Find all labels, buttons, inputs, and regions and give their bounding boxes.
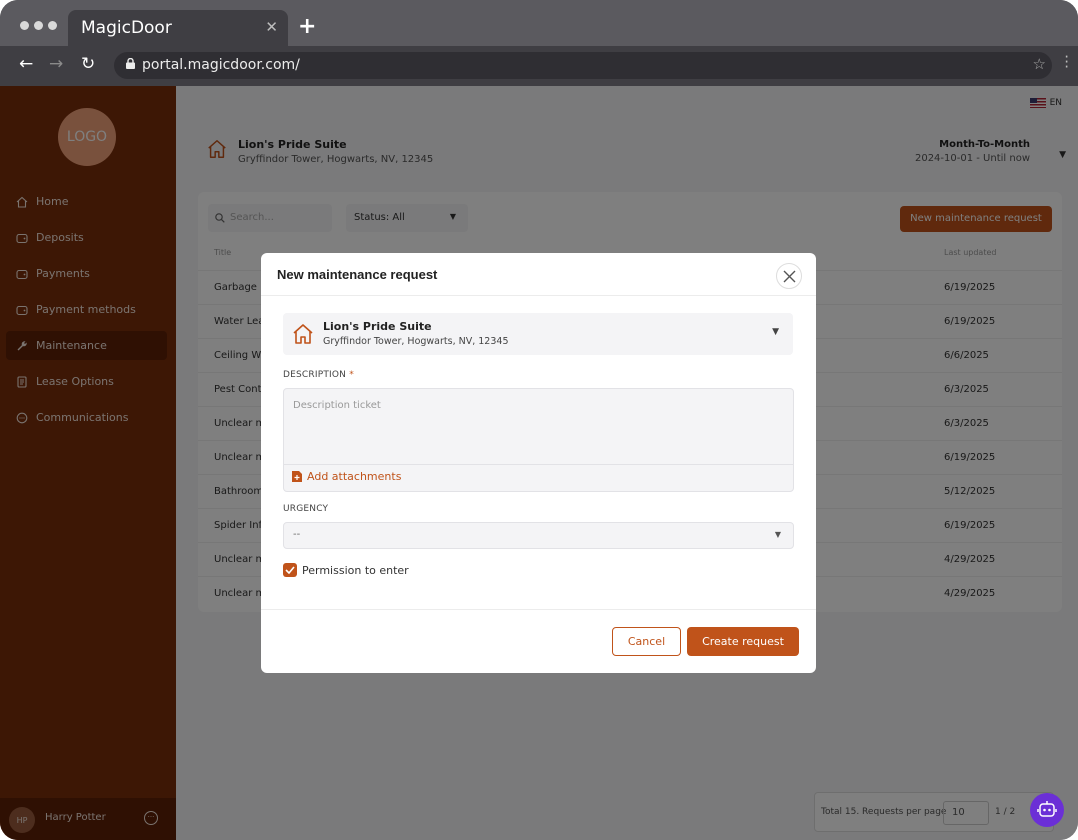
- robot-icon: [1037, 801, 1057, 817]
- dialog-divider: [261, 295, 816, 296]
- browser-menu-icon[interactable]: · · ·: [1064, 50, 1069, 75]
- window-controls[interactable]: [20, 21, 57, 30]
- reload-icon[interactable]: ↻: [81, 54, 95, 74]
- check-icon: [285, 566, 295, 574]
- create-request-button[interactable]: Create request: [687, 627, 799, 656]
- property-select[interactable]: Lion's Pride Suite Gryffindor Tower, Hog…: [283, 313, 793, 355]
- house-icon: [293, 324, 313, 344]
- add-attachments-button[interactable]: Add attachments: [292, 470, 401, 483]
- new-tab-icon[interactable]: +: [298, 14, 316, 39]
- close-button[interactable]: [776, 263, 802, 289]
- urgency-select[interactable]: -- ▼: [283, 522, 794, 549]
- description-placeholder: Description ticket: [293, 400, 381, 411]
- browser-tab-strip: MagicDoor ✕ +: [0, 0, 1078, 46]
- lock-icon: [126, 58, 135, 69]
- close-icon: [783, 270, 796, 283]
- tab-close-icon[interactable]: ✕: [265, 18, 278, 36]
- forward-icon[interactable]: →: [49, 54, 63, 74]
- permission-checkbox[interactable]: [283, 563, 297, 577]
- dialog-footer-divider: [261, 609, 816, 610]
- add-attachments-label: Add attachments: [307, 470, 402, 483]
- chevron-down-icon: ▼: [774, 530, 781, 539]
- new-maintenance-request-dialog: New maintenance request Lion's Pride Sui…: [261, 253, 816, 673]
- browser-tab[interactable]: MagicDoor ✕: [68, 10, 288, 46]
- file-add-icon: [292, 471, 302, 482]
- browser-window: MagicDoor ✕ + ← → ↻ portal.magicdoor.com…: [0, 0, 1078, 840]
- cancel-button[interactable]: Cancel: [612, 627, 681, 656]
- back-icon[interactable]: ←: [19, 54, 33, 74]
- description-textarea[interactable]: Description ticket Add attachments: [283, 388, 794, 492]
- dialog-title: New maintenance request: [277, 267, 438, 282]
- required-mark: *: [349, 370, 354, 380]
- browser-toolbar: ← → ↻ portal.magicdoor.com/ ☆ · · ·: [0, 46, 1078, 86]
- tab-title: MagicDoor: [81, 18, 172, 38]
- chatbot-button[interactable]: [1030, 793, 1064, 827]
- selected-property-name: Lion's Pride Suite: [323, 320, 432, 333]
- selected-property-address: Gryffindor Tower, Hogwarts, NV, 12345: [323, 336, 509, 347]
- permission-label: Permission to enter: [302, 563, 409, 577]
- urgency-value: --: [293, 529, 301, 540]
- permission-to-enter[interactable]: Permission to enter: [283, 563, 409, 577]
- url-text: portal.magicdoor.com/: [142, 57, 300, 73]
- bookmark-star-icon[interactable]: ☆: [1033, 55, 1046, 73]
- address-bar[interactable]: portal.magicdoor.com/ ☆: [114, 52, 1052, 79]
- description-label: DESCRIPTION *: [283, 370, 354, 380]
- urgency-label: URGENCY: [283, 504, 329, 514]
- chevron-down-icon: ▼: [772, 327, 779, 337]
